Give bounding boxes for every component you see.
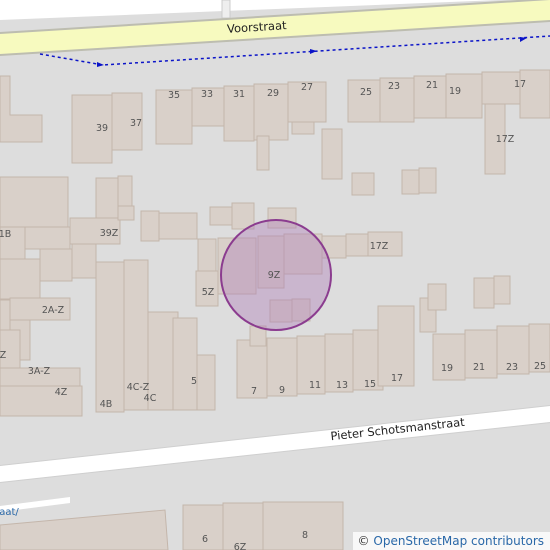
- house-number: 19: [449, 86, 461, 97]
- house-number: 4C: [144, 393, 157, 404]
- house-number: 27: [301, 82, 313, 93]
- house-number: 21: [426, 80, 438, 91]
- house-number: 2A-Z: [42, 305, 65, 316]
- marker-label: 9Z: [268, 270, 281, 281]
- map-attribution: © OpenStreetMap contributors: [352, 532, 550, 550]
- house-number: 25: [360, 87, 372, 98]
- house-number: 8: [302, 530, 308, 541]
- house-number: 7: [251, 386, 257, 397]
- house-number: 23: [506, 362, 518, 373]
- openstreetmap-contributors-link[interactable]: OpenStreetMap contributors: [373, 534, 544, 548]
- house-number: 31: [233, 89, 245, 100]
- house-number: 4Z: [55, 387, 68, 398]
- house-number: 3A-Z: [28, 366, 51, 377]
- house-number: 33: [201, 89, 213, 100]
- house-number: 39: [96, 123, 108, 134]
- house-number: 15: [364, 379, 376, 390]
- house-number: Z: [0, 350, 7, 361]
- house-number: 4C-Z: [127, 382, 150, 393]
- house-number: 9: [279, 385, 285, 396]
- house-number: 35: [168, 90, 180, 101]
- house-number: 17Z: [370, 241, 389, 252]
- map-view[interactable]: Voorstraat Pieter Schotsmanstraat aat/ 3…: [0, 0, 550, 550]
- house-number: 23: [388, 81, 400, 92]
- house-number: 17: [391, 373, 403, 384]
- house-number: 19: [441, 363, 453, 374]
- house-number: 29: [267, 88, 279, 99]
- road-divider: [221, 0, 231, 19]
- location-marker[interactable]: 9Z: [220, 219, 332, 331]
- house-number: 5: [191, 376, 197, 387]
- house-number: 13: [336, 380, 348, 391]
- house-number: 21: [473, 362, 485, 373]
- house-number: 1B: [0, 229, 11, 240]
- house-number: 4B: [100, 399, 113, 410]
- house-number: 17Z: [496, 134, 515, 145]
- street-label-fragment: aat/: [0, 507, 19, 518]
- house-number: 6: [202, 534, 208, 545]
- house-number: 5Z: [202, 287, 215, 298]
- house-number: 25: [534, 361, 546, 372]
- house-number: 6Z: [234, 542, 247, 550]
- house-number: 39Z: [100, 228, 119, 239]
- copyright-symbol: ©: [357, 534, 370, 548]
- house-number: 17: [514, 79, 526, 90]
- house-number: 11: [309, 380, 321, 391]
- house-number: 37: [130, 118, 142, 129]
